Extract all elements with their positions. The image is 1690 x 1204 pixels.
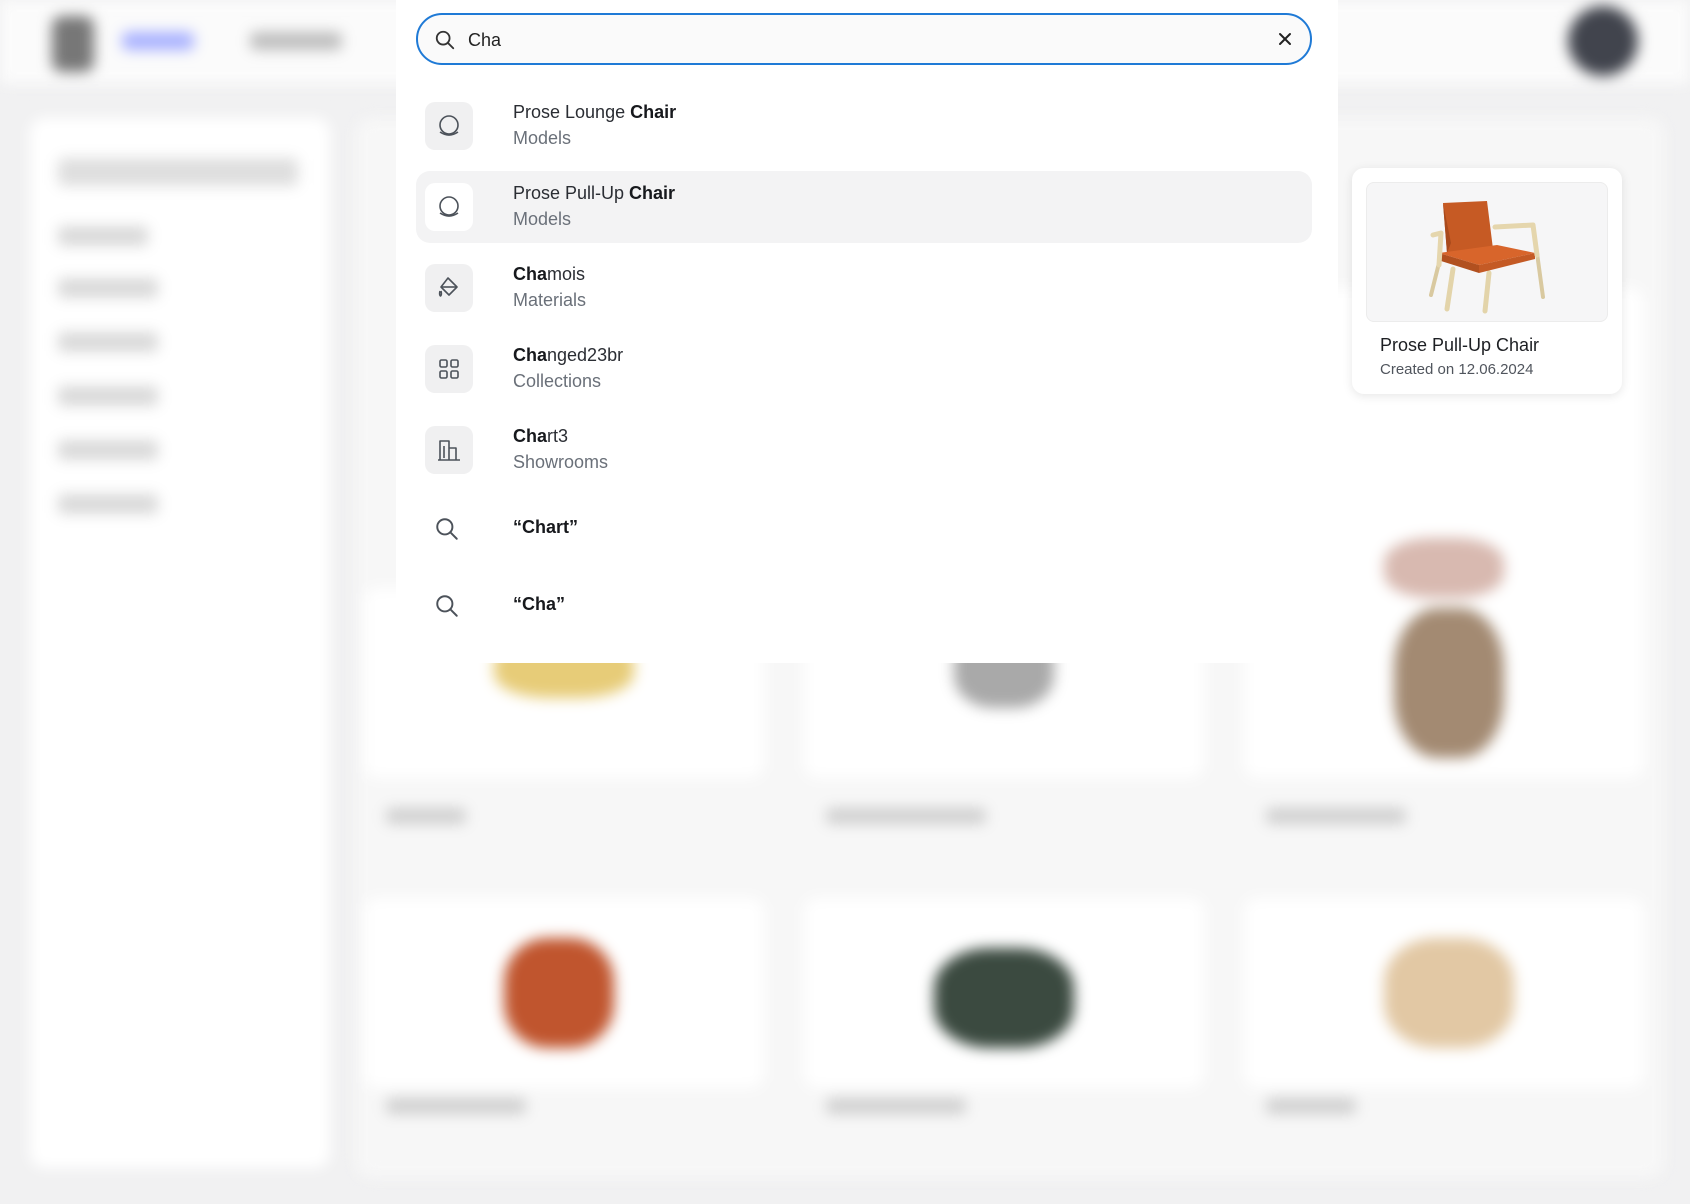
sidebar-item (58, 494, 158, 514)
search-icon (436, 595, 458, 617)
sidebar-heading (58, 226, 148, 246)
logo (52, 16, 94, 72)
card-title (1266, 1098, 1356, 1114)
preview-thumbnail (1366, 182, 1608, 322)
card (804, 898, 1204, 1088)
circle-model-icon (425, 183, 473, 231)
query-text: “Cha” (513, 594, 566, 614)
result-category: Models (513, 209, 572, 229)
result-title: Prose Pull-Up Chair (513, 183, 676, 203)
chair-image (1429, 201, 1545, 314)
query-text: “Chart” (513, 517, 579, 537)
result-category: Collections (513, 371, 602, 391)
sidebar (30, 118, 330, 1168)
query-suggestion[interactable]: “Cha” (416, 577, 1312, 633)
result-item[interactable]: Changed23br Collections (416, 333, 1312, 405)
card-title (386, 808, 466, 824)
card (364, 898, 764, 1088)
search-box[interactable] (416, 13, 1312, 65)
result-title: Prose Lounge Chair (513, 102, 677, 122)
search-popover: Prose Lounge Chair Models Prose Pull-Up … (396, 0, 1338, 663)
search-icon (435, 30, 455, 50)
result-item[interactable]: Prose Lounge Chair Models (416, 90, 1312, 162)
search-input[interactable] (466, 25, 1260, 55)
card-title (826, 808, 986, 824)
nav-item (250, 32, 342, 50)
search-icon (436, 518, 458, 540)
result-title: Changed23br (513, 345, 624, 365)
result-title: Chamois (513, 264, 586, 284)
sidebar-item (58, 332, 158, 352)
result-category: Models (513, 128, 572, 148)
card-title (1266, 808, 1406, 824)
query-suggestion[interactable]: “Chart” (416, 500, 1312, 556)
card-title (826, 1098, 966, 1114)
result-item[interactable]: Chart3 Showrooms (416, 414, 1312, 486)
preview-title: Prose Pull-Up Chair (1380, 335, 1540, 355)
result-item-active[interactable]: Prose Pull-Up Chair Models (416, 171, 1312, 243)
circle-model-icon (425, 102, 473, 150)
preview-card[interactable]: Prose Pull-Up Chair Created on 12.06.202… (1352, 168, 1622, 394)
close-icon[interactable] (1272, 26, 1298, 52)
avatar (1568, 6, 1638, 76)
paint-bucket-icon (425, 264, 473, 312)
card-title (386, 1098, 526, 1114)
nav-item-active (122, 32, 194, 50)
result-title: Chart3 (513, 426, 569, 446)
sidebar-search (58, 158, 298, 186)
grid-icon (425, 345, 473, 393)
sidebar-item (58, 386, 158, 406)
result-item[interactable]: Chamois Materials (416, 252, 1312, 324)
result-category: Materials (513, 290, 587, 310)
sidebar-item (58, 440, 158, 460)
building-icon (425, 426, 473, 474)
sidebar-item (58, 278, 158, 298)
card (1244, 898, 1644, 1088)
result-category: Showrooms (513, 452, 609, 472)
preview-created-date: Created on 12.06.2024 (1380, 361, 1534, 378)
